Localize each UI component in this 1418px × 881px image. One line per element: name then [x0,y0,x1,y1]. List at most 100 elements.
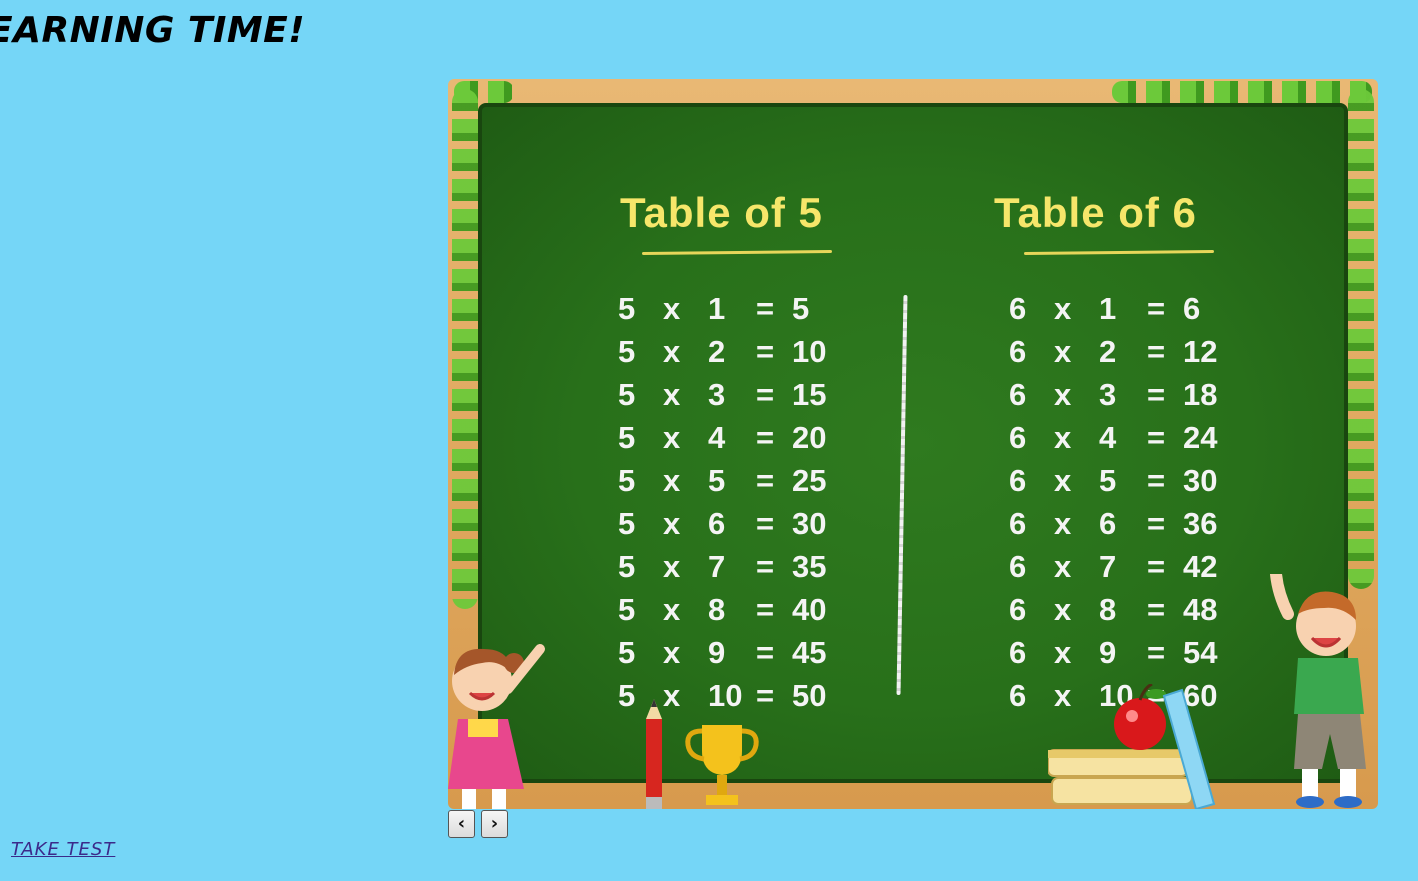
row-result: 6 [1183,290,1201,326]
table-row: 5 x 6 = 30 [618,502,862,545]
row-multiplier: 8 [708,591,726,627]
row-operator: x [1054,505,1072,541]
row-result: 12 [1183,333,1218,369]
table-row: 5 x 4 = 20 [618,416,862,459]
row-result: 48 [1183,591,1218,627]
table-row: 5 x 5 = 25 [618,459,862,502]
table-rows: 5 x 1 = 5 5 x 2 = 10 5 x 3 = 15 5 x 4 = 20 5 x 5 = 25 5 x 6 = 30 5 x 7 = 3… [618,287,862,717]
row-operator: x [1054,333,1072,369]
chalkboard-frame: Table of 5 Table of 6 5 x 1 = 5 5 x 2 = 10 5 x 3 = 15 5… [448,79,1378,809]
row-equals: = [756,677,775,713]
row-operator: x [663,333,681,369]
slideshow-controls: ‹ › [448,810,508,838]
row-equals: = [1147,376,1166,412]
row-multiplicand: 5 [618,548,636,584]
row-multiplicand: 5 [618,419,636,455]
row-equals: = [756,634,775,670]
row-equals: = [1147,548,1166,584]
row-result: 20 [792,419,827,455]
table-row: 6 x 3 = 18 [1009,373,1253,416]
table-row: 6 x 2 = 12 [1009,330,1253,373]
table-row: 6 x 4 = 24 [1009,416,1253,459]
row-operator: x [663,548,681,584]
table-row: 6 x 9 = 54 [1009,631,1253,674]
row-multiplicand: 5 [618,634,636,670]
take-test-link[interactable]: TAKE TEST [11,839,115,860]
table-row: 5 x 9 = 45 [618,631,862,674]
row-equals: = [756,419,775,455]
girl-illustration [448,644,545,809]
row-equals: = [756,376,775,412]
table-row: 5 x 1 = 5 [618,287,862,330]
row-multiplier: 3 [1099,376,1117,412]
row-equals: = [1147,290,1166,326]
row-operator: x [1054,462,1072,498]
row-multiplier: 1 [708,290,726,326]
row-multiplier: 10 [708,677,743,713]
previous-slide-button[interactable]: ‹ [448,810,475,838]
row-operator: x [1054,591,1072,627]
row-operator: x [663,419,681,455]
row-equals: = [1147,505,1166,541]
row-multiplicand: 6 [1009,376,1027,412]
row-multiplier: 9 [1099,634,1117,670]
row-equals: = [1147,462,1166,498]
vine-decoration [1112,81,1372,103]
row-result: 30 [792,505,827,541]
row-multiplier: 3 [708,376,726,412]
row-multiplier: 5 [1099,462,1117,498]
row-operator: x [1054,290,1072,326]
table-row: 6 x 1 = 6 [1009,287,1253,330]
row-equals: = [756,333,775,369]
table-title: Table of 6 [994,189,1197,236]
row-equals: = [1147,333,1166,369]
table-rows: 6 x 1 = 6 6 x 2 = 12 6 x 3 = 18 6 x 4 = 24 6 x 5 = 30 6 x 6 = 36 6 x 7 = 4… [1009,287,1253,717]
chalkboard: Table of 5 Table of 6 5 x 1 = 5 5 x 2 = 10 5 x 3 = 15 5… [478,103,1348,783]
table-row: 5 x 8 = 40 [618,588,862,631]
row-operator: x [663,677,681,713]
row-multiplicand: 6 [1009,505,1027,541]
row-equals: = [1147,634,1166,670]
row-result: 10 [792,333,827,369]
page-heading: EARNING TIME! [0,10,306,51]
row-multiplicand: 6 [1009,290,1027,326]
row-multiplicand: 6 [1009,333,1027,369]
vine-decoration [1348,89,1374,589]
row-result: 54 [1183,634,1218,670]
row-equals: = [756,591,775,627]
row-multiplicand: 6 [1009,548,1027,584]
table-title: Table of 5 [620,189,823,236]
table-row: 5 x 2 = 10 [618,330,862,373]
row-result: 42 [1183,548,1218,584]
row-multiplicand: 6 [1009,591,1027,627]
table-row: 6 x 6 = 36 [1009,502,1253,545]
row-operator: x [663,376,681,412]
row-multiplicand: 6 [1009,634,1027,670]
row-multiplicand: 5 [618,333,636,369]
row-operator: x [663,505,681,541]
row-multiplier: 4 [1099,419,1117,455]
table-row: 6 x 8 = 48 [1009,588,1253,631]
row-operator: x [1054,419,1072,455]
row-multiplicand: 5 [618,505,636,541]
row-equals: = [756,505,775,541]
chalk-underline [1023,250,1215,255]
row-operator: x [1054,548,1072,584]
row-result: 25 [792,462,827,498]
row-multiplier: 2 [1099,333,1117,369]
table-row: 5 x 3 = 15 [618,373,862,416]
row-equals: = [756,290,775,326]
row-result: 24 [1183,419,1218,455]
row-multiplier: 4 [708,419,726,455]
slideshow-image: Table of 5 Table of 6 5 x 1 = 5 5 x 2 = 10 5 x 3 = 15 5… [448,79,1378,809]
row-multiplier: 9 [708,634,726,670]
next-slide-button[interactable]: › [481,810,508,838]
row-operator: x [663,462,681,498]
trophy-illustration [685,725,759,805]
row-operator: x [663,634,681,670]
row-equals: = [756,462,775,498]
row-multiplicand: 5 [618,462,636,498]
pencil-illustration [646,699,662,809]
row-result: 36 [1183,505,1218,541]
row-multiplicand: 5 [618,290,636,326]
